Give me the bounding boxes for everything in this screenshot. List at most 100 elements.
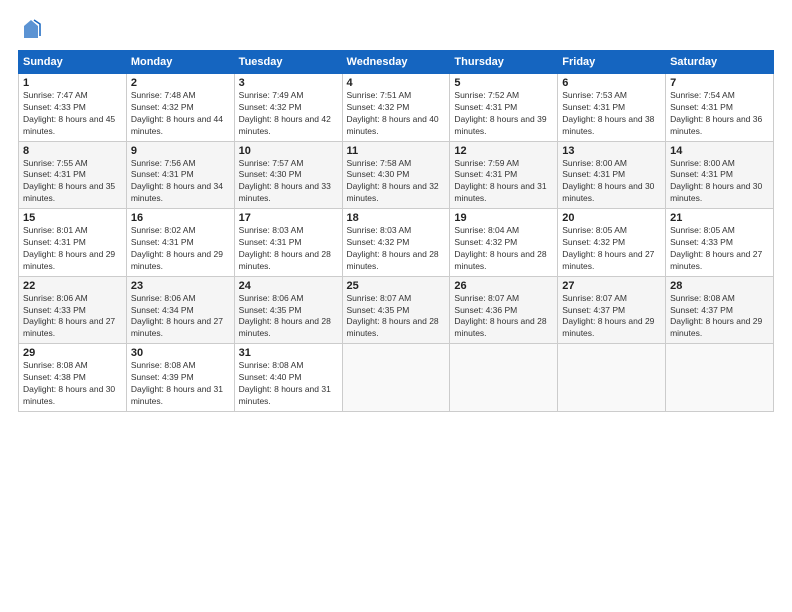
day-info: Sunrise: 7:49 AM Sunset: 4:32 PM Dayligh… (239, 90, 338, 138)
day-info: Sunrise: 8:03 AM Sunset: 4:32 PM Dayligh… (347, 225, 446, 273)
calendar-cell: 30 Sunrise: 8:08 AM Sunset: 4:39 PM Dayl… (126, 344, 234, 412)
calendar-cell: 14 Sunrise: 8:00 AM Sunset: 4:31 PM Dayl… (666, 141, 774, 209)
calendar-cell: 15 Sunrise: 8:01 AM Sunset: 4:31 PM Dayl… (19, 209, 127, 277)
weekday-header-tuesday: Tuesday (234, 51, 342, 74)
day-number: 5 (454, 77, 553, 89)
logo-icon (20, 18, 42, 40)
day-number: 21 (670, 212, 769, 224)
calendar-cell: 13 Sunrise: 8:00 AM Sunset: 4:31 PM Dayl… (558, 141, 666, 209)
day-info: Sunrise: 8:08 AM Sunset: 4:37 PM Dayligh… (670, 293, 769, 341)
calendar-cell: 25 Sunrise: 8:07 AM Sunset: 4:35 PM Dayl… (342, 276, 450, 344)
day-number: 24 (239, 280, 338, 292)
calendar-week-row: 22 Sunrise: 8:06 AM Sunset: 4:33 PM Dayl… (19, 276, 774, 344)
calendar-cell: 20 Sunrise: 8:05 AM Sunset: 4:32 PM Dayl… (558, 209, 666, 277)
day-info: Sunrise: 7:48 AM Sunset: 4:32 PM Dayligh… (131, 90, 230, 138)
day-info: Sunrise: 8:02 AM Sunset: 4:31 PM Dayligh… (131, 225, 230, 273)
day-info: Sunrise: 8:01 AM Sunset: 4:31 PM Dayligh… (23, 225, 122, 273)
calendar-cell: 28 Sunrise: 8:08 AM Sunset: 4:37 PM Dayl… (666, 276, 774, 344)
day-number: 14 (670, 145, 769, 157)
day-number: 2 (131, 77, 230, 89)
day-number: 31 (239, 347, 338, 359)
day-number: 25 (347, 280, 446, 292)
day-info: Sunrise: 7:55 AM Sunset: 4:31 PM Dayligh… (23, 158, 122, 206)
day-number: 19 (454, 212, 553, 224)
day-number: 7 (670, 77, 769, 89)
day-info: Sunrise: 7:59 AM Sunset: 4:31 PM Dayligh… (454, 158, 553, 206)
day-number: 30 (131, 347, 230, 359)
day-number: 6 (562, 77, 661, 89)
day-number: 4 (347, 77, 446, 89)
weekday-header-wednesday: Wednesday (342, 51, 450, 74)
day-info: Sunrise: 8:06 AM Sunset: 4:33 PM Dayligh… (23, 293, 122, 341)
day-info: Sunrise: 8:06 AM Sunset: 4:34 PM Dayligh… (131, 293, 230, 341)
weekday-header-sunday: Sunday (19, 51, 127, 74)
weekday-header-monday: Monday (126, 51, 234, 74)
calendar-cell: 3 Sunrise: 7:49 AM Sunset: 4:32 PM Dayli… (234, 74, 342, 142)
day-number: 1 (23, 77, 122, 89)
calendar-cell: 5 Sunrise: 7:52 AM Sunset: 4:31 PM Dayli… (450, 74, 558, 142)
calendar-cell: 31 Sunrise: 8:08 AM Sunset: 4:40 PM Dayl… (234, 344, 342, 412)
calendar-cell (558, 344, 666, 412)
day-number: 22 (23, 280, 122, 292)
day-info: Sunrise: 8:05 AM Sunset: 4:32 PM Dayligh… (562, 225, 661, 273)
day-number: 29 (23, 347, 122, 359)
day-info: Sunrise: 8:08 AM Sunset: 4:39 PM Dayligh… (131, 360, 230, 408)
day-number: 18 (347, 212, 446, 224)
day-number: 20 (562, 212, 661, 224)
calendar-cell: 17 Sunrise: 8:03 AM Sunset: 4:31 PM Dayl… (234, 209, 342, 277)
calendar-cell: 21 Sunrise: 8:05 AM Sunset: 4:33 PM Dayl… (666, 209, 774, 277)
calendar-header-row: SundayMondayTuesdayWednesdayThursdayFrid… (19, 51, 774, 74)
day-number: 27 (562, 280, 661, 292)
calendar-cell (666, 344, 774, 412)
calendar-cell: 9 Sunrise: 7:56 AM Sunset: 4:31 PM Dayli… (126, 141, 234, 209)
day-number: 10 (239, 145, 338, 157)
weekday-header-thursday: Thursday (450, 51, 558, 74)
day-info: Sunrise: 8:07 AM Sunset: 4:37 PM Dayligh… (562, 293, 661, 341)
calendar-cell: 12 Sunrise: 7:59 AM Sunset: 4:31 PM Dayl… (450, 141, 558, 209)
calendar-cell: 22 Sunrise: 8:06 AM Sunset: 4:33 PM Dayl… (19, 276, 127, 344)
day-info: Sunrise: 7:57 AM Sunset: 4:30 PM Dayligh… (239, 158, 338, 206)
calendar-cell: 18 Sunrise: 8:03 AM Sunset: 4:32 PM Dayl… (342, 209, 450, 277)
calendar-cell: 2 Sunrise: 7:48 AM Sunset: 4:32 PM Dayli… (126, 74, 234, 142)
calendar-week-row: 8 Sunrise: 7:55 AM Sunset: 4:31 PM Dayli… (19, 141, 774, 209)
day-info: Sunrise: 8:08 AM Sunset: 4:38 PM Dayligh… (23, 360, 122, 408)
calendar-week-row: 15 Sunrise: 8:01 AM Sunset: 4:31 PM Dayl… (19, 209, 774, 277)
day-number: 11 (347, 145, 446, 157)
calendar-cell (450, 344, 558, 412)
calendar-cell: 24 Sunrise: 8:06 AM Sunset: 4:35 PM Dayl… (234, 276, 342, 344)
day-info: Sunrise: 8:05 AM Sunset: 4:33 PM Dayligh… (670, 225, 769, 273)
calendar-cell: 19 Sunrise: 8:04 AM Sunset: 4:32 PM Dayl… (450, 209, 558, 277)
day-number: 16 (131, 212, 230, 224)
calendar-cell: 1 Sunrise: 7:47 AM Sunset: 4:33 PM Dayli… (19, 74, 127, 142)
day-info: Sunrise: 7:52 AM Sunset: 4:31 PM Dayligh… (454, 90, 553, 138)
day-info: Sunrise: 8:07 AM Sunset: 4:35 PM Dayligh… (347, 293, 446, 341)
calendar-week-row: 1 Sunrise: 7:47 AM Sunset: 4:33 PM Dayli… (19, 74, 774, 142)
page: SundayMondayTuesdayWednesdayThursdayFrid… (0, 0, 792, 612)
day-number: 12 (454, 145, 553, 157)
logo (18, 18, 42, 40)
calendar-cell: 29 Sunrise: 8:08 AM Sunset: 4:38 PM Dayl… (19, 344, 127, 412)
calendar-table: SundayMondayTuesdayWednesdayThursdayFrid… (18, 50, 774, 412)
day-number: 13 (562, 145, 661, 157)
day-number: 26 (454, 280, 553, 292)
calendar-cell: 7 Sunrise: 7:54 AM Sunset: 4:31 PM Dayli… (666, 74, 774, 142)
calendar-cell: 10 Sunrise: 7:57 AM Sunset: 4:30 PM Dayl… (234, 141, 342, 209)
day-info: Sunrise: 7:47 AM Sunset: 4:33 PM Dayligh… (23, 90, 122, 138)
day-info: Sunrise: 8:04 AM Sunset: 4:32 PM Dayligh… (454, 225, 553, 273)
day-number: 8 (23, 145, 122, 157)
calendar-cell: 6 Sunrise: 7:53 AM Sunset: 4:31 PM Dayli… (558, 74, 666, 142)
day-number: 23 (131, 280, 230, 292)
calendar-cell: 4 Sunrise: 7:51 AM Sunset: 4:32 PM Dayli… (342, 74, 450, 142)
day-info: Sunrise: 8:00 AM Sunset: 4:31 PM Dayligh… (670, 158, 769, 206)
day-info: Sunrise: 7:56 AM Sunset: 4:31 PM Dayligh… (131, 158, 230, 206)
calendar-cell: 16 Sunrise: 8:02 AM Sunset: 4:31 PM Dayl… (126, 209, 234, 277)
day-number: 3 (239, 77, 338, 89)
day-number: 9 (131, 145, 230, 157)
calendar-cell: 23 Sunrise: 8:06 AM Sunset: 4:34 PM Dayl… (126, 276, 234, 344)
day-info: Sunrise: 8:08 AM Sunset: 4:40 PM Dayligh… (239, 360, 338, 408)
calendar-week-row: 29 Sunrise: 8:08 AM Sunset: 4:38 PM Dayl… (19, 344, 774, 412)
calendar-cell: 27 Sunrise: 8:07 AM Sunset: 4:37 PM Dayl… (558, 276, 666, 344)
calendar-cell: 11 Sunrise: 7:58 AM Sunset: 4:30 PM Dayl… (342, 141, 450, 209)
day-info: Sunrise: 8:03 AM Sunset: 4:31 PM Dayligh… (239, 225, 338, 273)
weekday-header-saturday: Saturday (666, 51, 774, 74)
